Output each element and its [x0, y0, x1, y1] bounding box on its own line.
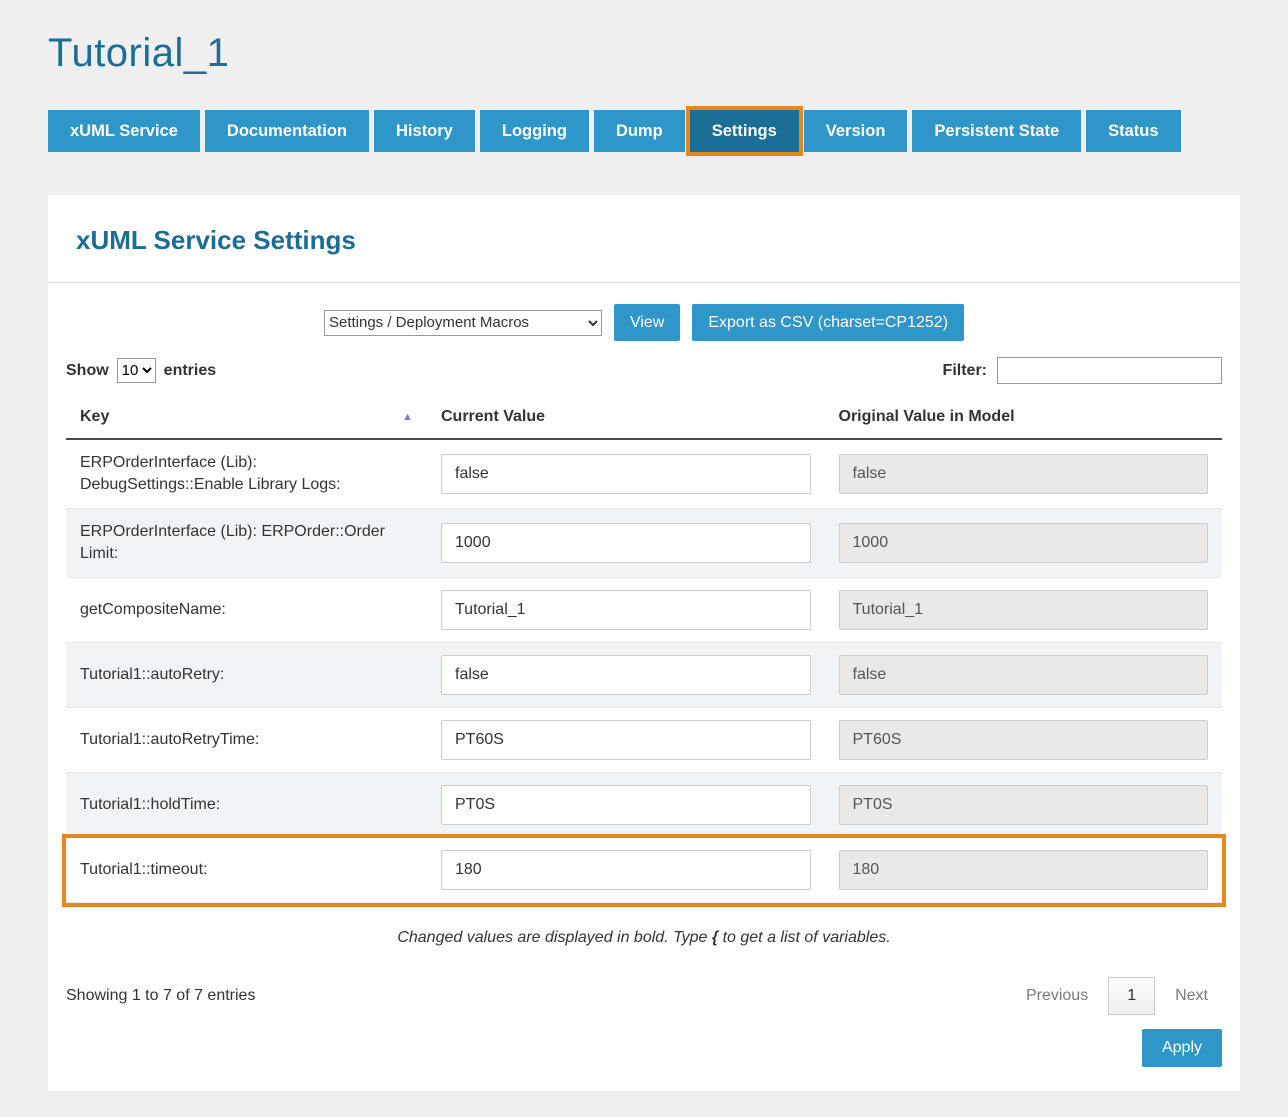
tab-documentation[interactable]: Documentation [205, 110, 369, 152]
filter-input[interactable] [997, 357, 1222, 384]
current-value-input[interactable] [441, 523, 811, 563]
panel-heading: xUML Service Settings [76, 225, 1212, 256]
table-row: Tutorial1::autoRetry: [66, 643, 1222, 708]
table-row: Tutorial1::autoRetryTime: [66, 708, 1222, 773]
table-row: ERPOrderInterface (Lib): DebugSettings::… [66, 440, 1222, 509]
entries-label: entries [164, 362, 216, 380]
current-value-input[interactable] [441, 720, 811, 760]
tab-bar: xUML ServiceDocumentationHistoryLoggingD… [48, 110, 1240, 152]
page: Tutorial_1 xUML ServiceDocumentationHist… [0, 0, 1288, 1117]
original-value-input [839, 785, 1209, 825]
column-header-key-label: Key [80, 408, 109, 426]
tab-settings[interactable]: Settings [690, 110, 799, 152]
current-value-cell [427, 838, 825, 902]
pagination-previous[interactable]: Previous [1012, 977, 1102, 1015]
current-value-input[interactable] [441, 850, 811, 890]
row-key-label: Tutorial1::holdTime: [66, 773, 427, 837]
showing-entries-text: Showing 1 to 7 of 7 entries [66, 987, 255, 1005]
table-footer: Showing 1 to 7 of 7 entries Previous 1 N… [66, 977, 1222, 1015]
settings-table: Key ▲ Current Value Original Value in Mo… [66, 396, 1222, 903]
pagination-next[interactable]: Next [1161, 977, 1222, 1015]
panel-header: xUML Service Settings [48, 195, 1240, 283]
original-value-input [839, 454, 1209, 494]
column-header-original-value[interactable]: Original Value in Model [825, 396, 1223, 438]
column-header-key[interactable]: Key ▲ [66, 396, 427, 438]
current-value-input[interactable] [441, 454, 811, 494]
original-value-input [839, 655, 1209, 695]
original-value-cell [825, 708, 1223, 772]
filter-label: Filter: [943, 362, 987, 380]
page-title: Tutorial_1 [48, 30, 1240, 76]
current-value-cell [427, 509, 825, 577]
original-value-input [839, 590, 1209, 630]
original-value-input [839, 523, 1209, 563]
pagination-page-1[interactable]: 1 [1108, 977, 1155, 1015]
tab-dump[interactable]: Dump [594, 110, 685, 152]
list-controls: Show 10 entries Filter: [66, 357, 1222, 384]
column-header-current-value-label: Current Value [441, 408, 545, 426]
row-key-label: Tutorial1::autoRetry: [66, 643, 427, 707]
current-value-cell [427, 440, 825, 508]
current-value-input[interactable] [441, 785, 811, 825]
filter-group: Filter: [943, 357, 1222, 384]
tab-status[interactable]: Status [1086, 110, 1180, 152]
row-key-label: ERPOrderInterface (Lib): DebugSettings::… [66, 440, 427, 508]
table-row: getCompositeName: [66, 578, 1222, 643]
pagination: Previous 1 Next [1012, 977, 1222, 1015]
tab-persistent-state[interactable]: Persistent State [912, 110, 1081, 152]
original-value-cell [825, 509, 1223, 577]
export-csv-button[interactable]: Export as CSV (charset=CP1252) [692, 304, 964, 341]
toolbar: Settings / Deployment Macros View Export… [66, 283, 1222, 341]
sort-ascending-icon: ▲ [402, 412, 413, 423]
tab-xuml-service[interactable]: xUML Service [48, 110, 200, 152]
row-key-label: getCompositeName: [66, 578, 427, 642]
current-value-input[interactable] [441, 590, 811, 630]
current-value-cell [427, 578, 825, 642]
row-key-label: ERPOrderInterface (Lib): ERPOrder::Order… [66, 509, 427, 577]
settings-table-body: ERPOrderInterface (Lib): DebugSettings::… [66, 440, 1222, 903]
original-value-input [839, 850, 1209, 890]
apply-button[interactable]: Apply [1142, 1029, 1222, 1067]
note-before: Changed values are displayed in bold. Ty… [397, 929, 712, 946]
tab-history[interactable]: History [374, 110, 475, 152]
row-key-label: Tutorial1::timeout: [66, 838, 427, 902]
original-value-cell [825, 578, 1223, 642]
original-value-cell [825, 773, 1223, 837]
tab-logging[interactable]: Logging [480, 110, 589, 152]
tab-version[interactable]: Version [804, 110, 908, 152]
table-row: ERPOrderInterface (Lib): ERPOrder::Order… [66, 509, 1222, 578]
original-value-cell [825, 643, 1223, 707]
macro-select[interactable]: Settings / Deployment Macros [324, 310, 602, 336]
column-header-original-value-label: Original Value in Model [839, 408, 1015, 426]
show-label: Show [66, 362, 109, 380]
show-entries-group: Show 10 entries [66, 358, 216, 383]
current-value-cell [427, 643, 825, 707]
original-value-cell [825, 838, 1223, 902]
table-row: Tutorial1::timeout: [66, 838, 1222, 903]
column-header-current-value[interactable]: Current Value [427, 396, 825, 438]
apply-row: Apply [66, 1029, 1222, 1067]
original-value-input [839, 720, 1209, 760]
note-text: Changed values are displayed in bold. Ty… [66, 929, 1222, 947]
row-key-label: Tutorial1::autoRetryTime: [66, 708, 427, 772]
current-value-cell [427, 708, 825, 772]
table-header: Key ▲ Current Value Original Value in Mo… [66, 396, 1222, 440]
current-value-input[interactable] [441, 655, 811, 695]
note-after: to get a list of variables. [718, 929, 891, 946]
settings-panel: xUML Service Settings Settings / Deploym… [48, 195, 1240, 1091]
view-button[interactable]: View [614, 304, 680, 341]
table-row: Tutorial1::holdTime: [66, 773, 1222, 838]
current-value-cell [427, 773, 825, 837]
page-size-select[interactable]: 10 [117, 358, 156, 383]
original-value-cell [825, 440, 1223, 508]
